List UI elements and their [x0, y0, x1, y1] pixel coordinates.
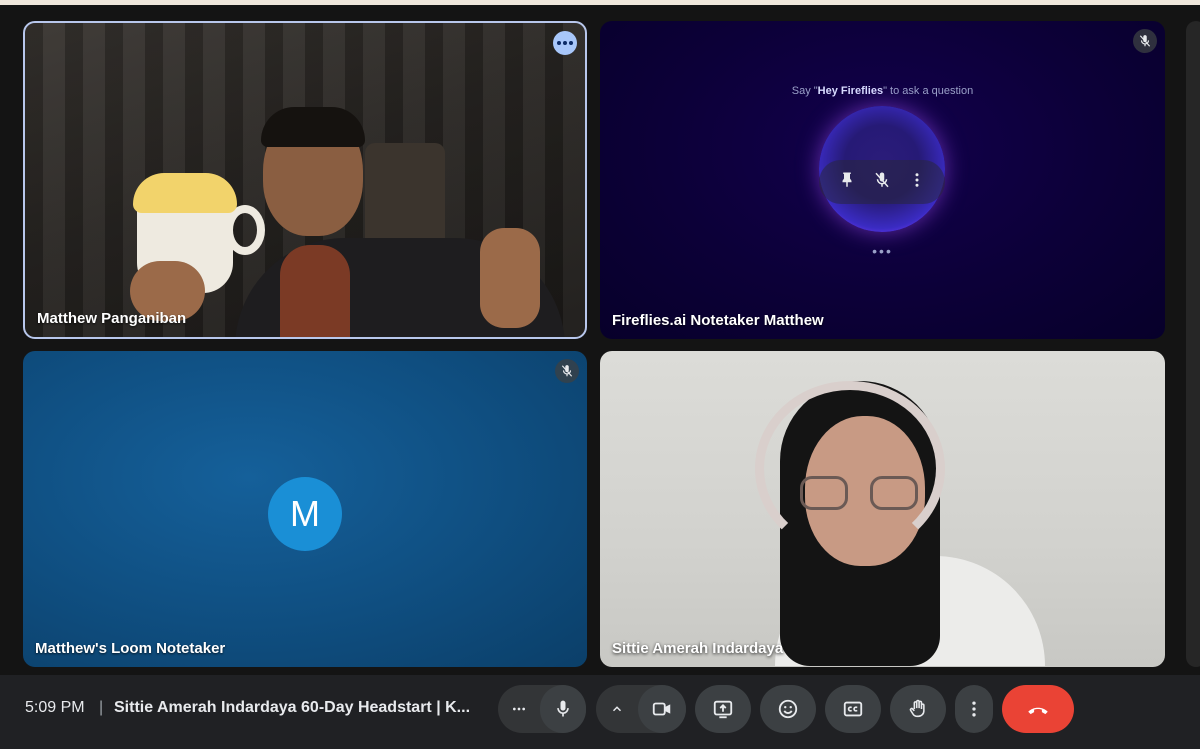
video-grid: Matthew Panganiban Say "Hey Fireflies" t…	[0, 5, 1200, 675]
captions-icon	[843, 701, 863, 717]
participant-name: Matthew Panganiban	[37, 310, 187, 327]
raise-hand-button[interactable]	[890, 685, 946, 733]
mug-lid	[133, 173, 237, 213]
mic-off-icon	[555, 359, 579, 383]
person-shirt	[280, 245, 350, 337]
microphone-button[interactable]	[540, 685, 586, 733]
leave-call-button[interactable]	[1002, 685, 1074, 733]
more-options-icon	[513, 707, 526, 711]
mic-off-icon	[1133, 29, 1157, 53]
pin-icon[interactable]	[838, 171, 856, 194]
participant-name: Sittie Amerah Indardaya	[612, 640, 784, 657]
more-options-button[interactable]	[955, 685, 993, 733]
audio-options-button[interactable]	[498, 685, 540, 733]
present-screen-icon	[713, 700, 733, 719]
camera-icon	[652, 702, 671, 716]
vertical-dots-icon[interactable]	[908, 171, 926, 194]
more-options-icon[interactable]	[553, 31, 577, 55]
present-screen-button[interactable]	[695, 685, 751, 733]
loading-dots: •••	[872, 243, 893, 259]
separator: |	[99, 699, 104, 716]
microphone-icon	[557, 700, 569, 717]
video-options-button[interactable]	[596, 685, 638, 733]
reactions-button[interactable]	[760, 685, 816, 733]
headset	[755, 381, 945, 556]
chevron-up-icon	[612, 706, 622, 712]
camera-button[interactable]	[638, 685, 686, 733]
vertical-dots-icon	[972, 701, 976, 717]
captions-button[interactable]	[825, 685, 881, 733]
fireflies-prompt: Say "Hey Fireflies" to ask a question	[791, 85, 974, 97]
emoji-icon	[778, 699, 798, 719]
side-panel-edge	[1186, 21, 1200, 667]
call-controls-bar: 5:09 PM | Sittie Amerah Indardaya 60-Day…	[0, 675, 1200, 749]
thumbs-up-hand	[480, 228, 540, 328]
tile-hover-toolbar	[819, 160, 945, 204]
camera-control-group	[596, 685, 686, 733]
participant-tile-matthew[interactable]: Matthew Panganiban	[23, 21, 587, 339]
mic-off-icon[interactable]	[873, 171, 891, 194]
hang-up-icon	[1028, 707, 1048, 715]
avatar: M	[268, 477, 342, 551]
participant-name: Fireflies.ai Notetaker Matthew	[612, 312, 824, 329]
mic-control-group	[498, 685, 586, 733]
raise-hand-icon	[909, 699, 925, 718]
meeting-title: Sittie Amerah Indardaya 60-Day Headstart…	[114, 699, 471, 716]
participant-tile-loom[interactable]: M Matthew's Loom Notetaker	[23, 351, 587, 667]
person-hair	[261, 107, 365, 147]
chair	[365, 143, 445, 243]
meeting-clock: 5:09 PM	[25, 699, 85, 716]
participant-name: Matthew's Loom Notetaker	[35, 640, 226, 657]
participant-tile-sittie[interactable]: Sittie Amerah Indardaya	[600, 351, 1165, 667]
participant-tile-fireflies[interactable]: Say "Hey Fireflies" to ask a question ••…	[600, 21, 1165, 339]
